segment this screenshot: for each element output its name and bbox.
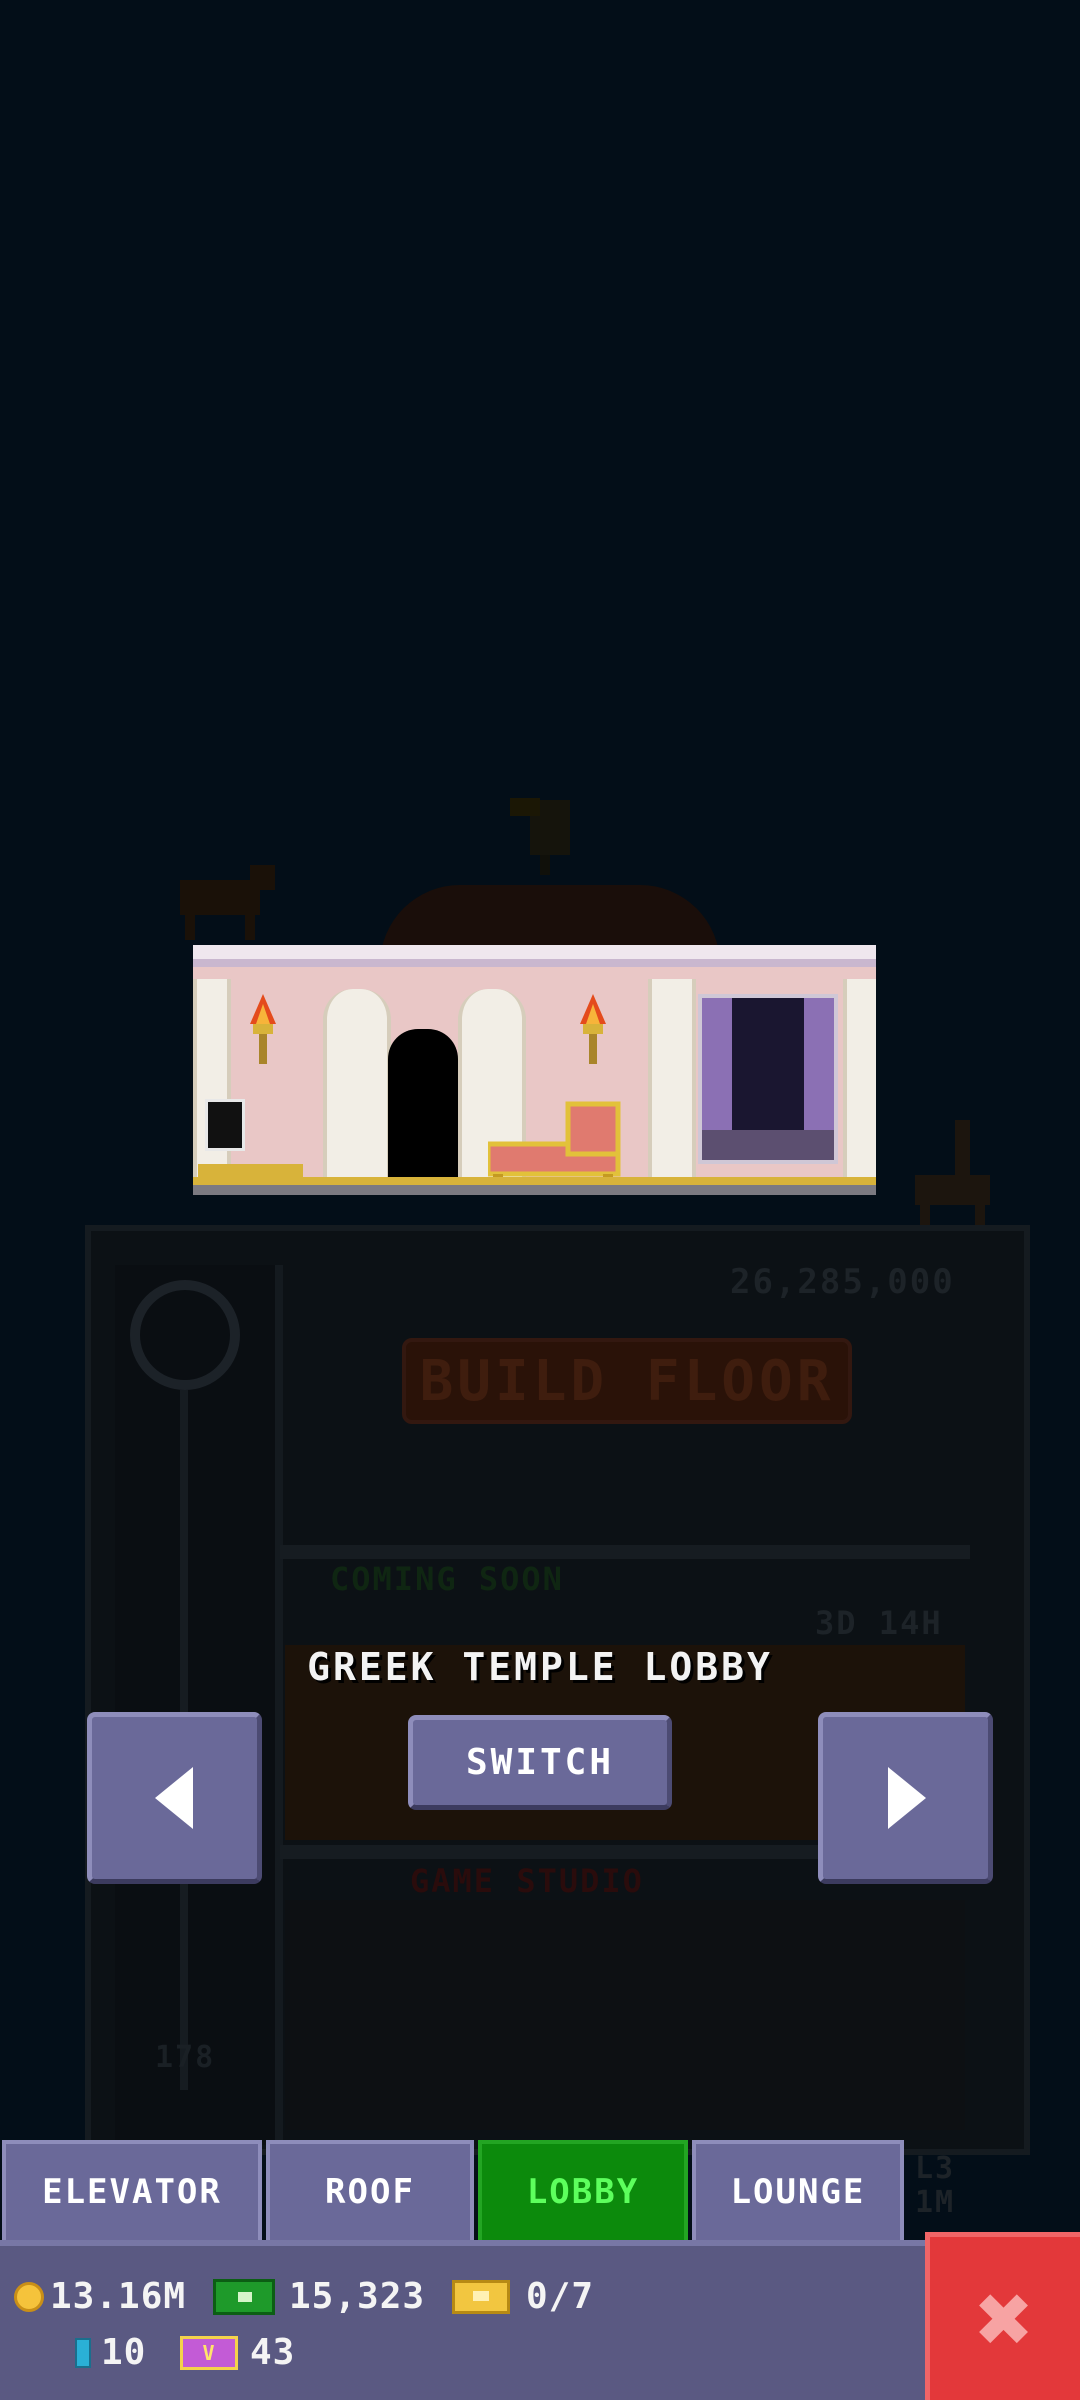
floor-divider — [280, 1545, 970, 1559]
gems-value: 10 — [101, 2332, 147, 2373]
vip-value: 43 — [250, 2332, 296, 2373]
bux-stat: 15,323 — [213, 2276, 425, 2317]
left-arrow-icon — [154, 1767, 193, 1829]
floor-price: 26,285,000 — [730, 1262, 955, 1302]
tickets-stat: 0/7 — [452, 2276, 594, 2317]
chaise-sofa — [488, 1101, 621, 1184]
golden-ticket-icon — [452, 2279, 510, 2314]
gold-floor-trim — [193, 1177, 876, 1185]
column — [648, 979, 696, 1179]
column — [843, 979, 876, 1179]
tab-lounge[interactable]: LOUNGE — [692, 2140, 904, 2240]
game-studio-floor — [285, 1900, 965, 2130]
tab-lobby[interactable]: LOBBY — [478, 2140, 688, 2240]
game-studio-label: GAME STUDIO — [410, 1862, 644, 1900]
bux-icon — [213, 2278, 275, 2315]
build-floor-sign: BUILD FLOOR — [402, 1338, 852, 1424]
coming-soon-label: COMING SOON — [330, 1560, 564, 1598]
coins-value: 13.16M — [50, 2276, 187, 2317]
elevator-shaft — [115, 1265, 283, 2145]
next-lobby-button[interactable] — [818, 1712, 993, 1884]
coin-icon — [14, 2281, 44, 2312]
side-tag-top: L3 — [915, 2151, 956, 2186]
lobby-name: GREEK TEMPLE LOBBY — [307, 1645, 773, 1689]
coins-stat: 13.16M — [14, 2276, 186, 2317]
vip-stat: V 43 — [180, 2332, 295, 2373]
lobby-preview — [193, 945, 876, 1195]
tickets-value: 0/7 — [526, 2276, 595, 2317]
bux-value: 15,323 — [289, 2276, 426, 2317]
elevator-doorway — [388, 1029, 458, 1179]
side-tag-bottom: 1M — [915, 2185, 956, 2220]
floor-number: 178 — [155, 2040, 216, 2075]
previous-lobby-button[interactable] — [87, 1712, 262, 1884]
status-bar: 13.16M 15,323 0/7 10 V 43 — [0, 2240, 925, 2400]
room-trim — [193, 959, 876, 967]
vip-icon: V — [180, 2335, 238, 2370]
toucan-silhouette — [510, 798, 570, 875]
gem-icon — [75, 2337, 91, 2368]
window-rail — [702, 1130, 834, 1160]
close-button[interactable]: ✖ — [925, 2232, 1080, 2400]
statue-left — [323, 989, 391, 1179]
torch-icon — [580, 994, 606, 1064]
switch-button[interactable]: SWITCH — [408, 1715, 672, 1810]
elevator-wheel-icon — [130, 1280, 240, 1390]
close-icon: ✖ — [976, 2262, 1034, 2375]
giraffe-silhouette — [915, 1120, 990, 1230]
elevator-indicator-icon — [205, 1099, 245, 1151]
tab-roof[interactable]: ROOF — [266, 2140, 474, 2240]
dog-silhouette — [180, 865, 275, 940]
tab-elevator[interactable]: ELEVATOR — [2, 2140, 262, 2240]
curtained-window — [698, 994, 838, 1164]
right-arrow-icon — [887, 1767, 926, 1829]
torch-icon — [250, 994, 276, 1064]
side-tag: L3 1M — [915, 2152, 955, 2220]
gems-stat: 10 — [75, 2332, 146, 2373]
construction-timer: 3D 14H — [815, 1604, 943, 1642]
